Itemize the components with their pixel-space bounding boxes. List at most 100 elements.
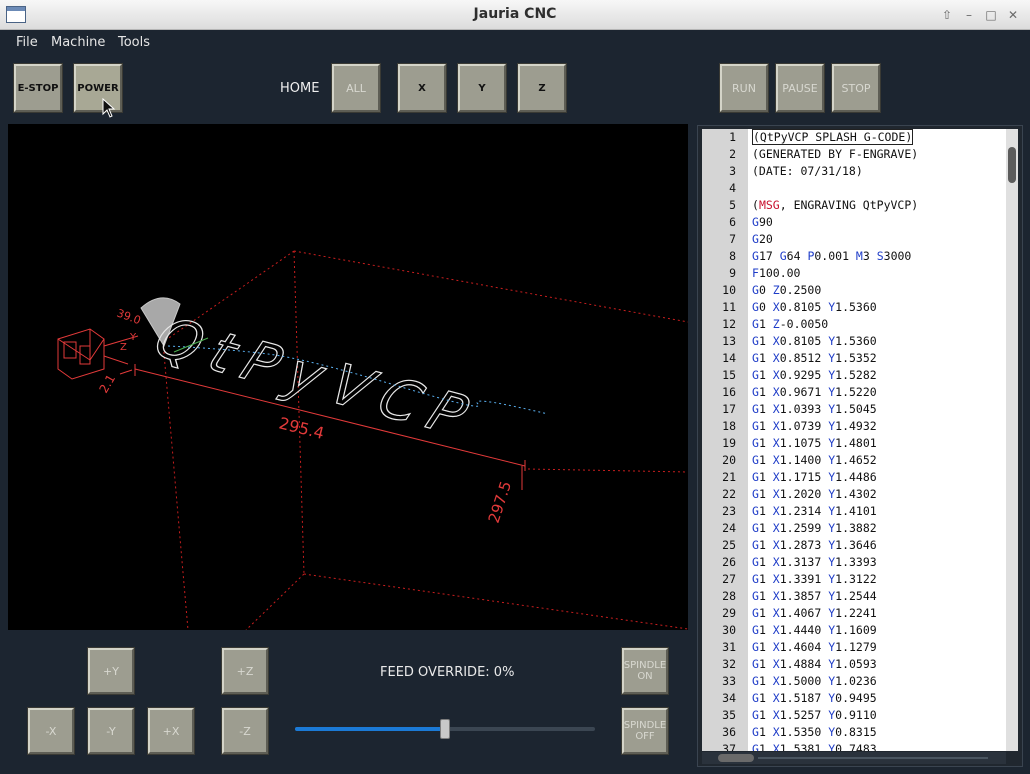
line-number: 26 [722,555,736,569]
gcode-line[interactable]: 3 (DATE: 07/31/18) [702,163,1006,180]
gcode-line[interactable]: 18 G1 X1.0739 Y1.4932 [702,418,1006,435]
line-number: 11 [722,300,736,314]
gcode-line[interactable]: 13 G1 X0.8105 Y1.5360 [702,333,1006,350]
dimension-tool-label: 39.0 [115,307,142,328]
gcode-text: G20 [752,232,773,246]
spindle-off-button[interactable]: SPINDLE OFF [622,708,668,754]
gcode-text: G1 X1.3391 Y1.3122 [752,572,877,586]
gcode-line[interactable]: 24 G1 X1.2599 Y1.3882 [702,520,1006,537]
line-number: 8 [729,249,736,263]
gcode-line[interactable]: 23 G1 X1.2314 Y1.4101 [702,503,1006,520]
gcode-line[interactable]: 29 G1 X1.4067 Y1.2241 [702,605,1006,622]
gcode-line[interactable]: 5 (MSG, ENGRAVING QtPyVCP) [702,197,1006,214]
gcode-line[interactable]: 10 G0 Z0.2500 [702,282,1006,299]
gcode-line[interactable]: 22 G1 X1.2020 Y1.4302 [702,486,1006,503]
line-number: 35 [722,708,736,722]
line-number: 27 [722,572,736,586]
gcode-line[interactable]: 15 G1 X0.9295 Y1.5282 [702,367,1006,384]
home-all-button[interactable]: ALL [332,64,380,112]
line-number: 10 [722,283,736,297]
shade-window-icon[interactable]: ⇧ [938,6,956,24]
gcode-line[interactable]: 30 G1 X1.4440 Y1.1609 [702,622,1006,639]
line-number: 37 [722,742,736,751]
window-titlebar: Jauria CNC ⇧ – □ ✕ [0,0,1030,30]
vertical-scroll-thumb[interactable] [1008,147,1016,183]
gcode-line[interactable]: 4 [702,180,1006,197]
gcode-line[interactable]: 21 G1 X1.1715 Y1.4486 [702,469,1006,486]
gcode-line[interactable]: 8 G17 G64 P0.001 M3 S3000 [702,248,1006,265]
gcode-line[interactable]: 1 (QtPyVCP SPLASH G-CODE) [702,129,1006,146]
gcode-text: G1 X0.8512 Y1.5352 [752,351,877,365]
gcode-line[interactable]: 20 G1 X1.1400 Y1.4652 [702,452,1006,469]
gcode-line[interactable]: 17 G1 X1.0393 Y1.5045 [702,401,1006,418]
gcode-line[interactable]: 37 G1 X1.5381 Y0.7483 [702,741,1006,751]
gcode-text: G1 X1.4604 Y1.1279 [752,640,877,654]
jog-plus-z-button[interactable]: +Z [222,648,268,694]
spindle-on-button[interactable]: SPINDLE ON [622,648,668,694]
gcode-text: G1 X1.2314 Y1.4101 [752,504,877,518]
gcode-text: G1 X1.1400 Y1.4652 [752,453,877,467]
gcode-text: G1 Z-0.0050 [752,317,829,331]
gcode-editor[interactable]: 1 (QtPyVCP SPLASH G-CODE) 2 (GENERATED BY F… [702,129,1006,751]
jog-minus-z-button[interactable]: -Z [222,708,268,754]
feed-override-handle[interactable] [440,719,450,739]
jog-plus-x-button[interactable]: +X [148,708,194,754]
line-number: 32 [722,657,736,671]
gcode-text: (DATE: 07/31/18) [752,164,863,178]
gcode-line[interactable]: 32 G1 X1.4884 Y1.0593 [702,656,1006,673]
gcode-line[interactable]: 36 G1 X1.5350 Y0.8315 [702,724,1006,741]
menu-file[interactable]: File [16,35,38,50]
gcode-line[interactable]: 28 G1 X1.3857 Y1.2544 [702,588,1006,605]
line-number: 18 [722,419,736,433]
gcode-line[interactable]: 33 G1 X1.5000 Y1.0236 [702,673,1006,690]
gcode-line[interactable]: 34 G1 X1.5187 Y0.9495 [702,690,1006,707]
gcode-text: G1 X1.0739 Y1.4932 [752,419,877,433]
gcode-line[interactable]: 25 G1 X1.2873 Y1.3646 [702,537,1006,554]
line-number: 34 [722,691,736,705]
menu-tools[interactable]: Tools [118,35,150,50]
gcode-line[interactable]: 19 G1 X1.1075 Y1.4801 [702,435,1006,452]
3d-preview-viewport[interactable]: 295.4 297.5 2.1 39.0 Y Z QtPyVCP [8,124,688,630]
gcode-line[interactable]: 7 G20 [702,231,1006,248]
minimize-window-icon[interactable]: – [960,6,978,24]
gcode-line[interactable]: 6 G90 [702,214,1006,231]
home-z-button[interactable]: Z [518,64,566,112]
menu-machine[interactable]: Machine [51,35,105,50]
gcode-line[interactable]: 26 G1 X1.3137 Y1.3393 [702,554,1006,571]
gcode-line[interactable]: 12 G1 Z-0.0050 [702,316,1006,333]
gcode-line[interactable]: 9 F100.00 [702,265,1006,282]
maximize-window-icon[interactable]: □ [982,6,1000,24]
gcode-text: G1 X1.3137 Y1.3393 [752,555,877,569]
dimension-z-label: 2.1 [96,372,118,396]
pause-button[interactable]: PAUSE [776,64,824,112]
line-number: 17 [722,402,736,416]
gcode-horizontal-scrollbar[interactable] [702,752,1006,764]
horizontal-scroll-thumb[interactable] [718,754,754,762]
line-number: 4 [729,181,736,195]
gcode-text: G1 X1.4884 Y1.0593 [752,657,877,671]
close-window-icon[interactable]: ✕ [1004,6,1022,24]
gcode-line[interactable]: 31 G1 X1.4604 Y1.1279 [702,639,1006,656]
line-number: 9 [729,266,736,280]
gcode-line[interactable]: 14 G1 X0.8512 Y1.5352 [702,350,1006,367]
gcode-vertical-scrollbar[interactable] [1006,129,1018,751]
home-y-button[interactable]: Y [458,64,506,112]
run-button[interactable]: RUN [720,64,768,112]
stop-button[interactable]: STOP [832,64,880,112]
jog-minus-y-button[interactable]: -Y [88,708,134,754]
line-number: 33 [722,674,736,688]
gcode-line[interactable]: 27 G1 X1.3391 Y1.3122 [702,571,1006,588]
line-number: 36 [722,725,736,739]
jog-minus-x-button[interactable]: -X [28,708,74,754]
jog-plus-y-button[interactable]: +Y [88,648,134,694]
line-number: 25 [722,538,736,552]
gcode-line[interactable]: 16 G1 X0.9671 Y1.5220 [702,384,1006,401]
gcode-text: G1 X1.5350 Y0.8315 [752,725,877,739]
home-x-button[interactable]: X [398,64,446,112]
gcode-line[interactable]: 11 G0 X0.8105 Y1.5360 [702,299,1006,316]
line-number: 7 [729,232,736,246]
gcode-line[interactable]: 2 (GENERATED BY F-ENGRAVE) [702,146,1006,163]
estop-button[interactable]: E-STOP [14,64,62,112]
mouse-pointer-icon [102,98,116,118]
gcode-line[interactable]: 35 G1 X1.5257 Y0.9110 [702,707,1006,724]
